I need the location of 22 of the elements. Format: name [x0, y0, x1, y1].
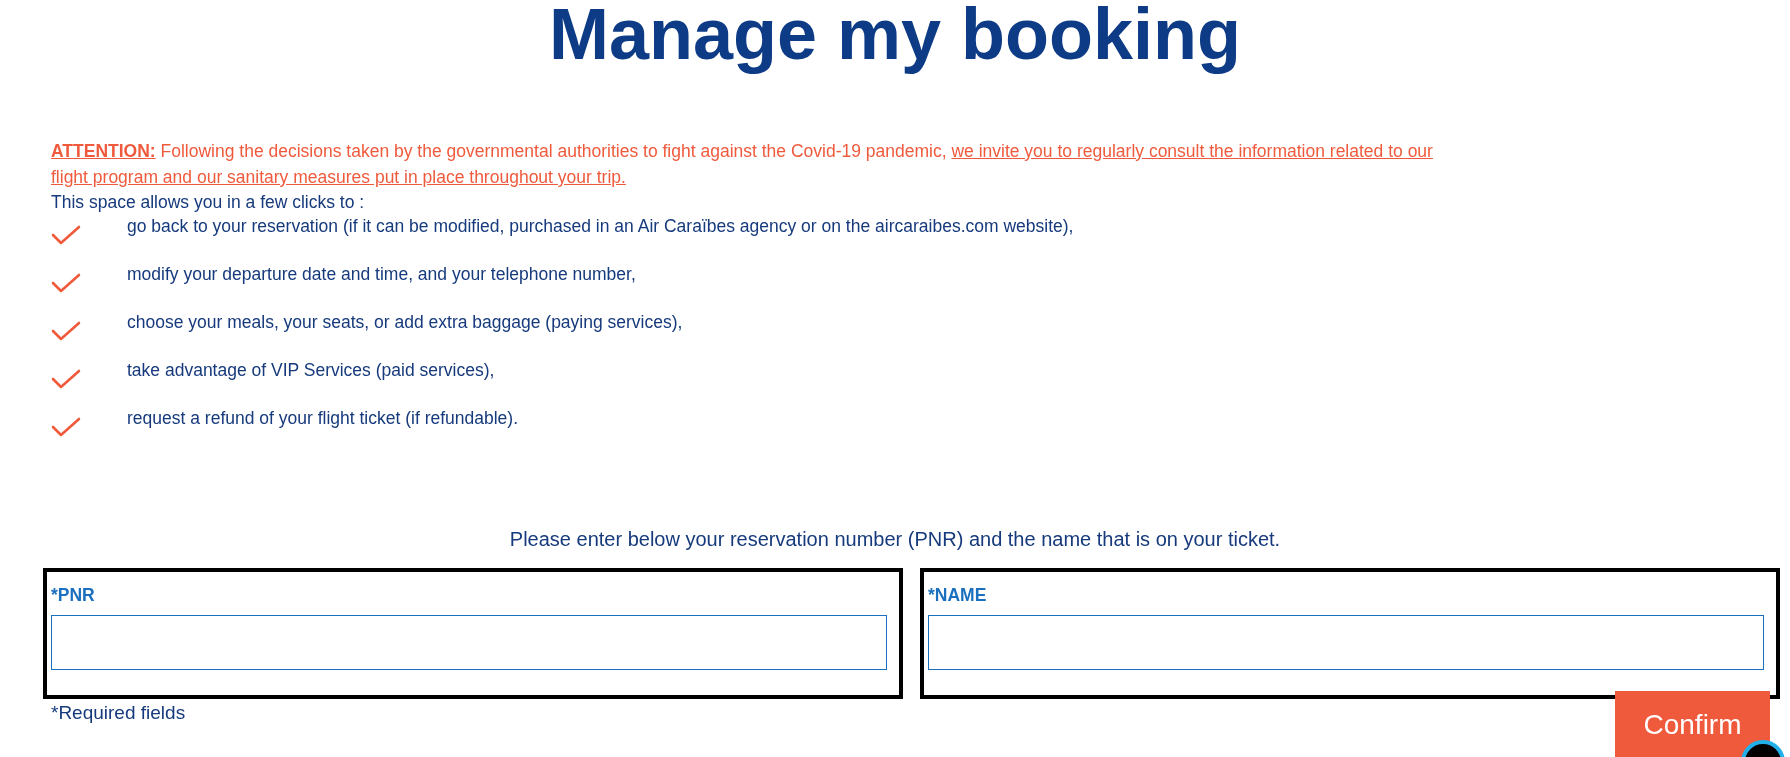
feature-text: take advantage of VIP Services (paid services), [127, 359, 495, 382]
attention-notice: ATTENTION: Following the decisions taken by the governmental authorities to fight against the Covid-19 pandemic, we invite you to regularly consult the information related to our flight program and our sanitary measures put in place throughout your trip. [51, 140, 1433, 189]
page-title: Manage my booking [548, 0, 1242, 74]
info-link[interactable]: flight program and our sanitary measures put in place throughout your trip. [51, 167, 626, 187]
check-icon [51, 368, 81, 390]
feature-text: go back to your reservation (if it can be modified, purchased in an Air Caraïbes agency or on the aircaraibes.com website), [127, 215, 1074, 238]
info-link[interactable]: we invite you to regularly consult the information related to our [951, 141, 1433, 161]
intro-text: This space allows you in a few clicks to : [51, 191, 365, 214]
field-label: *NAME [928, 584, 987, 606]
feature-text: request a refund of your flight ticket (if refundable). [127, 407, 519, 430]
confirm-button[interactable]: Confirm [1615, 691, 1770, 757]
check-icon [51, 224, 81, 246]
text-input[interactable] [51, 615, 887, 670]
check-icon [51, 416, 81, 438]
check-icon [51, 320, 81, 342]
feature-text: choose your meals, your seats, or add extra baggage (paying services), [127, 311, 683, 334]
text-input[interactable] [928, 615, 1764, 670]
required-note: *Required fields [51, 701, 186, 725]
feature-text: modify your departure date and time, and your telephone number, [127, 263, 636, 286]
field-label: *PNR [51, 584, 95, 606]
instruction-text: Please enter below your reservation number (PNR) and the name that is on your ticket. [509, 527, 1281, 552]
check-icon [51, 272, 81, 294]
